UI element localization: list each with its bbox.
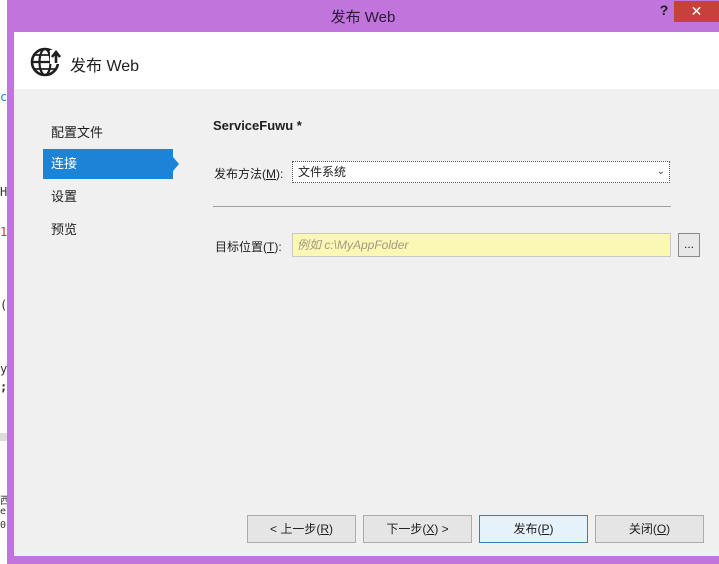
chevron-down-icon: ⌄ — [656, 166, 665, 177]
publish-method-label: 发布方法(M): — [214, 167, 284, 181]
title-bar[interactable]: 发布 Web ? ✕ — [7, 0, 719, 32]
publish-method-select[interactable]: 文件系统 ⌄ — [292, 161, 670, 183]
active-indicator-arrow — [173, 157, 179, 171]
header-title: 发布 Web — [70, 58, 140, 75]
nav-item-connection[interactable]: 连接 — [43, 149, 179, 179]
dialog-content: 发布 Web 配置文件 连接 设置 预览 ServiceFuwu * 发布方法(… — [14, 32, 719, 556]
publish-method-value: 文件系统 — [298, 165, 347, 179]
target-location-label: 目标位置(T): — [215, 240, 282, 254]
publish-web-dialog: 发布 Web ? ✕ 发布 Web 配置文件 连接 设置 预览 ServiceF… — [7, 0, 719, 564]
browse-button[interactable]: ... — [678, 233, 700, 257]
next-button[interactable]: 下一步(X) > — [363, 515, 472, 543]
editor-fragment: 0 — [0, 520, 7, 531]
window-title: 发布 Web — [330, 9, 396, 26]
nav-item-label: 连接 — [51, 156, 78, 171]
nav-item-profile[interactable]: 配置文件 — [43, 118, 173, 148]
close-window-button[interactable]: ✕ — [674, 1, 719, 22]
globe-publish-icon — [30, 47, 62, 77]
help-button[interactable]: ? — [653, 2, 675, 22]
profile-name: ServiceFuwu * — [213, 118, 302, 133]
nav-item-preview[interactable]: 预览 — [43, 215, 173, 245]
divider — [213, 206, 671, 207]
publish-button[interactable]: 发布(P) — [479, 515, 588, 543]
previous-button[interactable]: < 上一步(R) — [247, 515, 356, 543]
dialog-header: 发布 Web — [14, 32, 719, 89]
target-location-input[interactable]: 例如 c:\MyAppFolder — [292, 233, 671, 257]
close-button[interactable]: 关闭(O) — [595, 515, 704, 543]
nav-item-settings[interactable]: 设置 — [43, 182, 173, 212]
